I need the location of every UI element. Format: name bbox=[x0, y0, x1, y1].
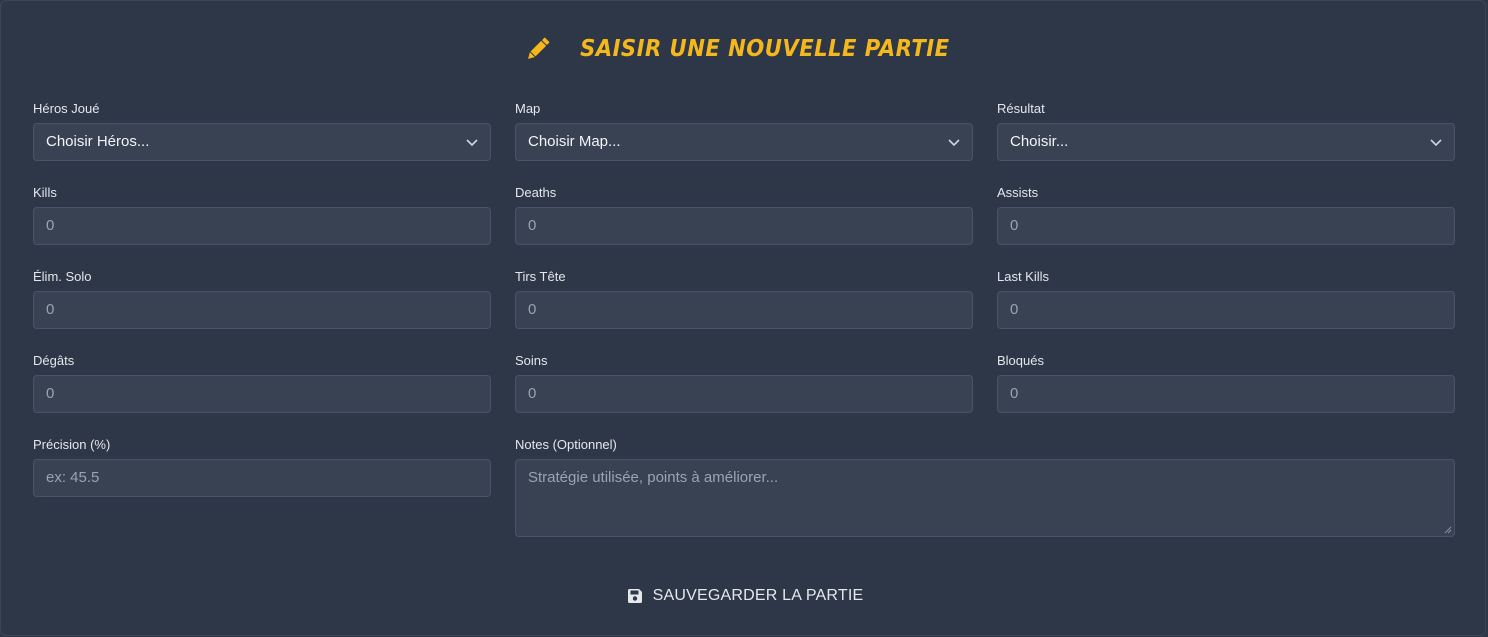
solo-elims-label: Élim. Solo bbox=[33, 269, 92, 284]
chevron-down-icon bbox=[948, 139, 960, 147]
new-game-form-panel: SAISIR UNE NOUVELLE PARTIE Héros Joué Ch… bbox=[0, 0, 1486, 636]
kills-input[interactable]: 0 bbox=[33, 207, 491, 245]
notes-field: Notes (Optionnel) Stratégie utilisée, po… bbox=[515, 437, 1455, 537]
solo-elims-input[interactable]: 0 bbox=[33, 291, 491, 329]
blocked-field: Bloqués 0 bbox=[997, 353, 1455, 413]
form-header: SAISIR UNE NOUVELLE PARTIE bbox=[1, 33, 1487, 65]
result-select-value: Choisir... bbox=[1010, 133, 1069, 150]
map-label: Map bbox=[515, 101, 541, 116]
deaths-label: Deaths bbox=[515, 185, 557, 200]
deaths-placeholder: 0 bbox=[528, 217, 537, 234]
assists-placeholder: 0 bbox=[1010, 217, 1019, 234]
headshots-placeholder: 0 bbox=[528, 301, 537, 318]
accuracy-input[interactable]: ex: 45.5 bbox=[33, 459, 491, 497]
deaths-input[interactable]: 0 bbox=[515, 207, 973, 245]
healing-input[interactable]: 0 bbox=[515, 375, 973, 413]
assists-label: Assists bbox=[997, 185, 1039, 200]
resize-grip-icon[interactable] bbox=[1444, 526, 1452, 534]
damage-placeholder: 0 bbox=[46, 385, 55, 402]
hero-field: Héros Joué Choisir Héros... bbox=[33, 101, 491, 161]
headshots-label: Tirs Tête bbox=[515, 269, 566, 284]
healing-field: Soins 0 bbox=[515, 353, 973, 413]
notes-textarea[interactable]: Stratégie utilisée, points à améliorer..… bbox=[515, 459, 1455, 537]
headshots-field: Tirs Tête 0 bbox=[515, 269, 973, 329]
map-select[interactable]: Choisir Map... bbox=[515, 123, 973, 161]
save-game-button[interactable]: SAUVEGARDER LA PARTIE bbox=[621, 579, 869, 613]
last-kills-placeholder: 0 bbox=[1010, 301, 1019, 318]
healing-placeholder: 0 bbox=[528, 385, 537, 402]
map-field: Map Choisir Map... bbox=[515, 101, 973, 161]
deaths-field: Deaths 0 bbox=[515, 185, 973, 245]
assists-field: Assists 0 bbox=[997, 185, 1455, 245]
blocked-label: Bloqués bbox=[997, 353, 1044, 368]
kills-label: Kills bbox=[33, 185, 57, 200]
pencil-icon bbox=[528, 37, 550, 59]
floppy-disk-icon bbox=[627, 589, 642, 603]
result-select[interactable]: Choisir... bbox=[997, 123, 1455, 161]
blocked-placeholder: 0 bbox=[1010, 385, 1019, 402]
blocked-input[interactable]: 0 bbox=[997, 375, 1455, 413]
damage-field: Dégâts 0 bbox=[33, 353, 491, 413]
kills-field: Kills 0 bbox=[33, 185, 491, 245]
chevron-down-icon bbox=[466, 139, 478, 147]
result-field: Résultat Choisir... bbox=[997, 101, 1455, 161]
damage-input[interactable]: 0 bbox=[33, 375, 491, 413]
healing-label: Soins bbox=[515, 353, 548, 368]
solo-elims-field: Élim. Solo 0 bbox=[33, 269, 491, 329]
notes-label: Notes (Optionnel) bbox=[515, 437, 617, 452]
damage-label: Dégâts bbox=[33, 353, 75, 368]
hero-select[interactable]: Choisir Héros... bbox=[33, 123, 491, 161]
accuracy-placeholder: ex: 45.5 bbox=[46, 469, 100, 486]
last-kills-field: Last Kills 0 bbox=[997, 269, 1455, 329]
form-title: SAISIR UNE NOUVELLE PARTIE bbox=[580, 36, 950, 62]
hero-label: Héros Joué bbox=[33, 101, 100, 116]
accuracy-field: Précision (%) ex: 45.5 bbox=[33, 437, 491, 497]
last-kills-label: Last Kills bbox=[997, 269, 1050, 284]
accuracy-label: Précision (%) bbox=[33, 437, 111, 452]
assists-input[interactable]: 0 bbox=[997, 207, 1455, 245]
hero-select-value: Choisir Héros... bbox=[46, 133, 150, 150]
save-game-button-label: SAUVEGARDER LA PARTIE bbox=[652, 587, 864, 604]
solo-elims-placeholder: 0 bbox=[46, 301, 55, 318]
notes-placeholder: Stratégie utilisée, points à améliorer..… bbox=[528, 469, 779, 486]
last-kills-input[interactable]: 0 bbox=[997, 291, 1455, 329]
result-label: Résultat bbox=[997, 101, 1045, 116]
kills-placeholder: 0 bbox=[46, 217, 55, 234]
headshots-input[interactable]: 0 bbox=[515, 291, 973, 329]
chevron-down-icon bbox=[1430, 139, 1442, 147]
map-select-value: Choisir Map... bbox=[528, 133, 621, 150]
